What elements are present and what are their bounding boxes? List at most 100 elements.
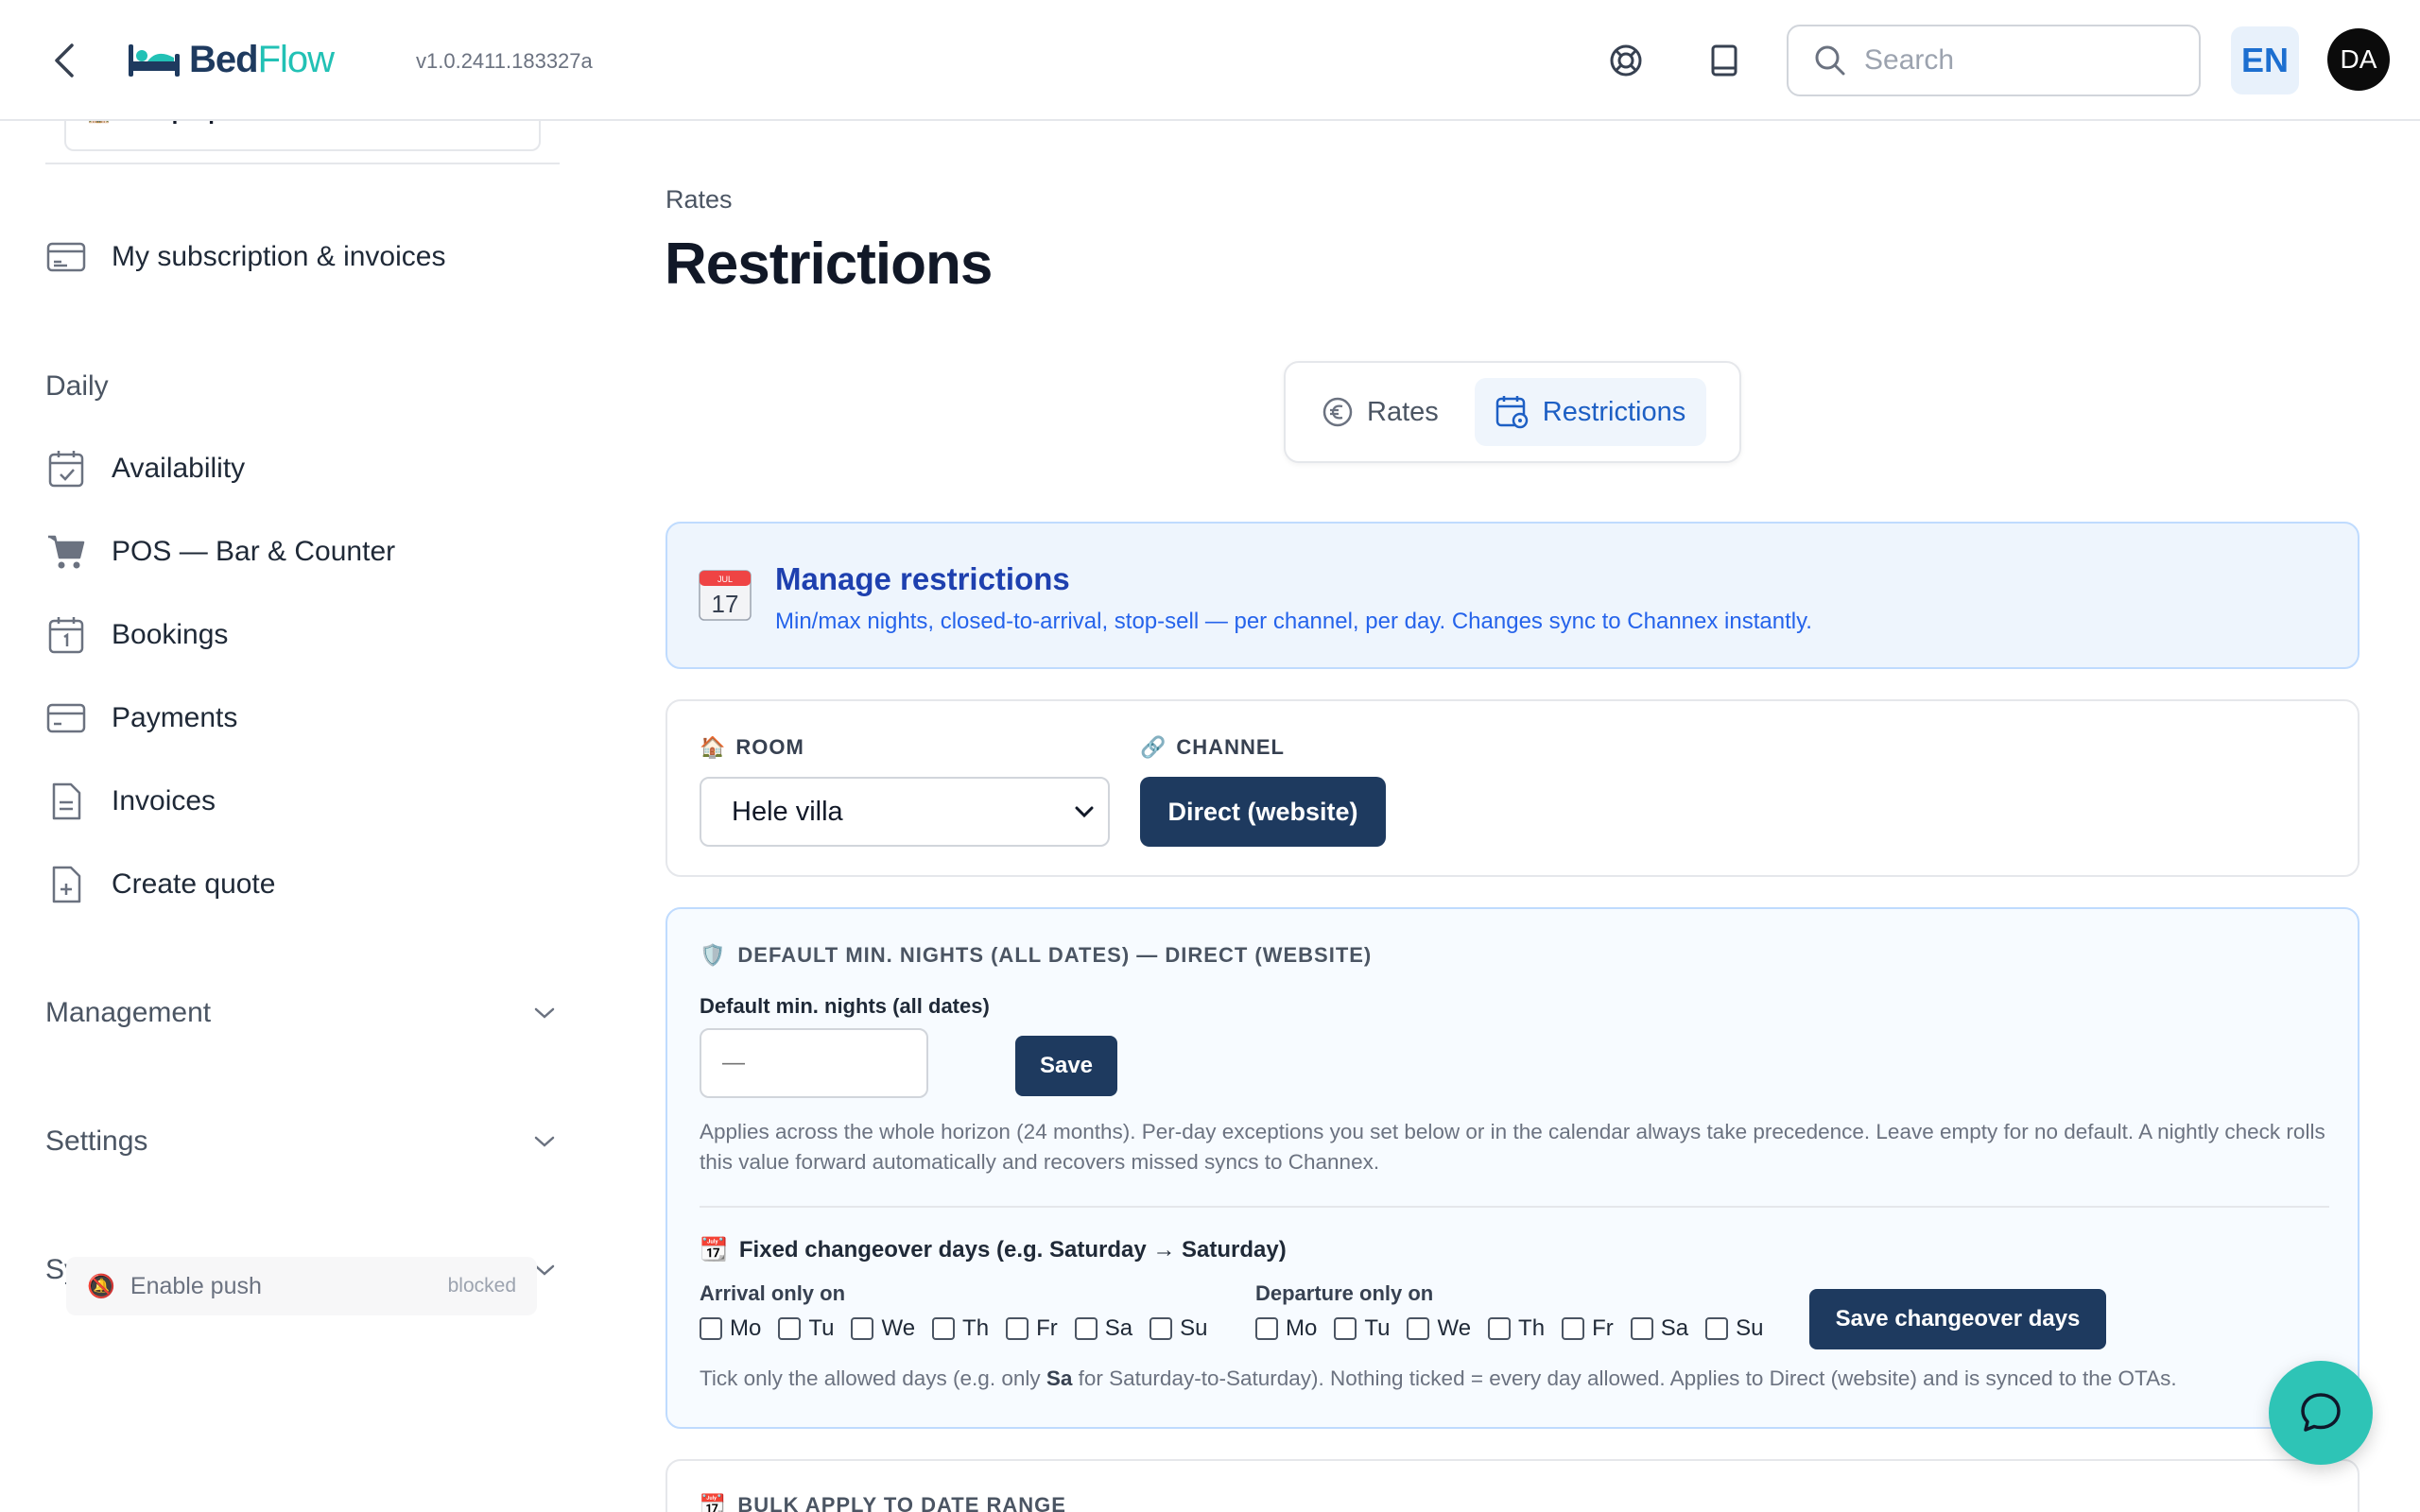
calendar-17-icon: JUL 17: [699, 570, 752, 621]
sidebar-item-label: Payments: [112, 702, 238, 733]
sidebar-group-management[interactable]: Management: [45, 985, 556, 1041]
channel-direct-button[interactable]: Direct (website): [1140, 777, 1386, 847]
checkbox[interactable]: [1074, 1317, 1098, 1340]
sidebar-item-availability[interactable]: Availability: [45, 440, 245, 497]
min-nights-label: Default min. nights (all dates): [700, 994, 990, 1018]
link-icon: 🔗: [1140, 735, 1167, 759]
sidebar-item-create-quote[interactable]: Create quote: [45, 856, 275, 913]
tab-rates[interactable]: Rates: [1301, 378, 1460, 446]
app-logo[interactable]: BedFlow: [127, 34, 335, 85]
arrival-label: Arrival only on: [700, 1281, 846, 1305]
departure-day-su[interactable]: Su: [1705, 1315, 1763, 1342]
checkbox[interactable]: [1705, 1317, 1729, 1340]
back-button[interactable]: [45, 38, 83, 83]
chevron-left-icon: [55, 43, 74, 77]
sidebar-item-subscription[interactable]: My subscription & invoices: [45, 229, 445, 285]
arrival-day-fr[interactable]: Fr: [1006, 1315, 1058, 1342]
shield-icon: 🛡️: [700, 943, 727, 967]
chat-button[interactable]: [2269, 1361, 2373, 1465]
bulk-apply-heading: 📆 BULK APPLY TO DATE RANGE: [700, 1493, 1066, 1512]
breadcrumb[interactable]: Rates: [666, 185, 733, 215]
sidebar-item-label: Invoices: [112, 785, 216, 816]
sidebar-group-label: Settings: [45, 1125, 148, 1157]
svg-text:JUL: JUL: [717, 575, 733, 584]
calendar-one-icon: [45, 614, 87, 656]
departure-day-tu[interactable]: Tu: [1334, 1315, 1390, 1342]
euro-icon: [1322, 397, 1353, 427]
bed-logo-icon: [129, 44, 180, 77]
arrival-day-sa[interactable]: Sa: [1074, 1315, 1132, 1342]
info-subtitle: Min/max nights, closed-to-arrival, stop-…: [775, 609, 1812, 634]
save-min-nights-button[interactable]: Save: [1015, 1036, 1117, 1096]
language-switch[interactable]: EN: [2231, 26, 2299, 94]
tab-switcher: Rates Restrictions: [1284, 361, 1741, 463]
docs-button[interactable]: [1702, 38, 1747, 83]
document-plus-icon: [45, 864, 87, 905]
changeover-help: Tick only the allowed days (e.g. only Sa…: [700, 1366, 2177, 1390]
checkbox[interactable]: [932, 1317, 956, 1340]
departure-day-mo[interactable]: Mo: [1255, 1315, 1317, 1342]
departure-day-fr[interactable]: Fr: [1562, 1315, 1614, 1342]
sidebar-section-daily: Daily: [45, 370, 109, 402]
checkbox[interactable]: [1562, 1317, 1585, 1340]
sidebar-item-invoices[interactable]: Invoices: [45, 773, 216, 830]
calendar-gear-icon: [1495, 396, 1529, 429]
departure-day-we[interactable]: We: [1407, 1315, 1471, 1342]
checkbox[interactable]: [1630, 1317, 1653, 1340]
page-title: Restrictions: [665, 232, 993, 297]
tab-label: Restrictions: [1542, 396, 1686, 427]
chevron-down-icon: [534, 1136, 555, 1147]
departure-day-th[interactable]: Th: [1488, 1315, 1545, 1342]
sidebar-item-pos[interactable]: POS — Bar & Counter: [45, 524, 395, 580]
card-icon: [45, 236, 87, 278]
checkbox[interactable]: [1006, 1317, 1029, 1340]
search-icon: [1815, 45, 1845, 76]
departure-day-sa[interactable]: Sa: [1630, 1315, 1688, 1342]
book-icon: [1711, 44, 1737, 77]
checkbox[interactable]: [851, 1317, 874, 1340]
sidebar-item-payments[interactable]: Payments: [45, 690, 237, 747]
checkbox[interactable]: [1255, 1317, 1278, 1340]
bell-off-icon: 🔕: [87, 1273, 115, 1299]
arrival-day-we[interactable]: We: [851, 1315, 915, 1342]
checkbox[interactable]: [778, 1317, 802, 1340]
departure-days: Mo Tu We Th Fr Sa Su: [1255, 1315, 1780, 1342]
checkbox[interactable]: [1488, 1317, 1512, 1340]
room-select-value: Hele villa: [732, 796, 843, 827]
sidebar-divider: [45, 163, 560, 164]
room-select[interactable]: Hele villa: [700, 777, 1110, 847]
arrival-day-th[interactable]: Th: [932, 1315, 989, 1342]
sidebar-item-bookings[interactable]: Bookings: [45, 607, 228, 663]
arrival-day-mo[interactable]: Mo: [700, 1315, 761, 1342]
arrival-day-su[interactable]: Su: [1150, 1315, 1207, 1342]
sidebar-group-settings[interactable]: Settings: [45, 1113, 556, 1170]
default-min-heading: 🛡️ DEFAULT MIN. NIGHTS (ALL DATES) — DIR…: [700, 943, 1373, 967]
sidebar-item-label: Create quote: [112, 868, 276, 900]
checkbox[interactable]: [700, 1317, 722, 1340]
chevron-down-icon: [1075, 806, 1094, 818]
user-avatar[interactable]: DA: [2327, 28, 2390, 91]
arrival-day-tu[interactable]: Tu: [778, 1315, 834, 1342]
house-icon: 🏠: [700, 735, 727, 759]
default-min-nights-card: 🛡️ DEFAULT MIN. NIGHTS (ALL DATES) — DIR…: [666, 907, 2360, 1429]
checkbox[interactable]: [1150, 1317, 1173, 1340]
sidebar-item-label: Bookings: [112, 619, 229, 650]
min-nights-input[interactable]: [700, 1028, 928, 1098]
checkbox[interactable]: [1334, 1317, 1357, 1340]
document-icon: [45, 781, 87, 822]
info-title: Manage restrictions: [775, 561, 1070, 596]
sidebar-item-label: Availability: [112, 453, 246, 484]
push-label: Enable push: [130, 1272, 262, 1299]
divider: [700, 1206, 2329, 1208]
sidebar-item-label: POS — Bar & Counter: [112, 536, 396, 567]
search-input[interactable]: [1864, 44, 2148, 77]
tab-restrictions[interactable]: Restrictions: [1474, 378, 1707, 446]
save-changeover-button[interactable]: Save changeover days: [1809, 1289, 2106, 1349]
checkbox[interactable]: [1407, 1317, 1430, 1340]
chat-bubble-icon: [2301, 1393, 2341, 1432]
enable-push-button[interactable]: 🔕 Enable push blocked: [66, 1257, 537, 1315]
search-box[interactable]: [1787, 25, 2201, 96]
help-button[interactable]: [1603, 38, 1649, 83]
departure-label: Departure only on: [1255, 1281, 1434, 1305]
card-icon: [45, 697, 87, 739]
